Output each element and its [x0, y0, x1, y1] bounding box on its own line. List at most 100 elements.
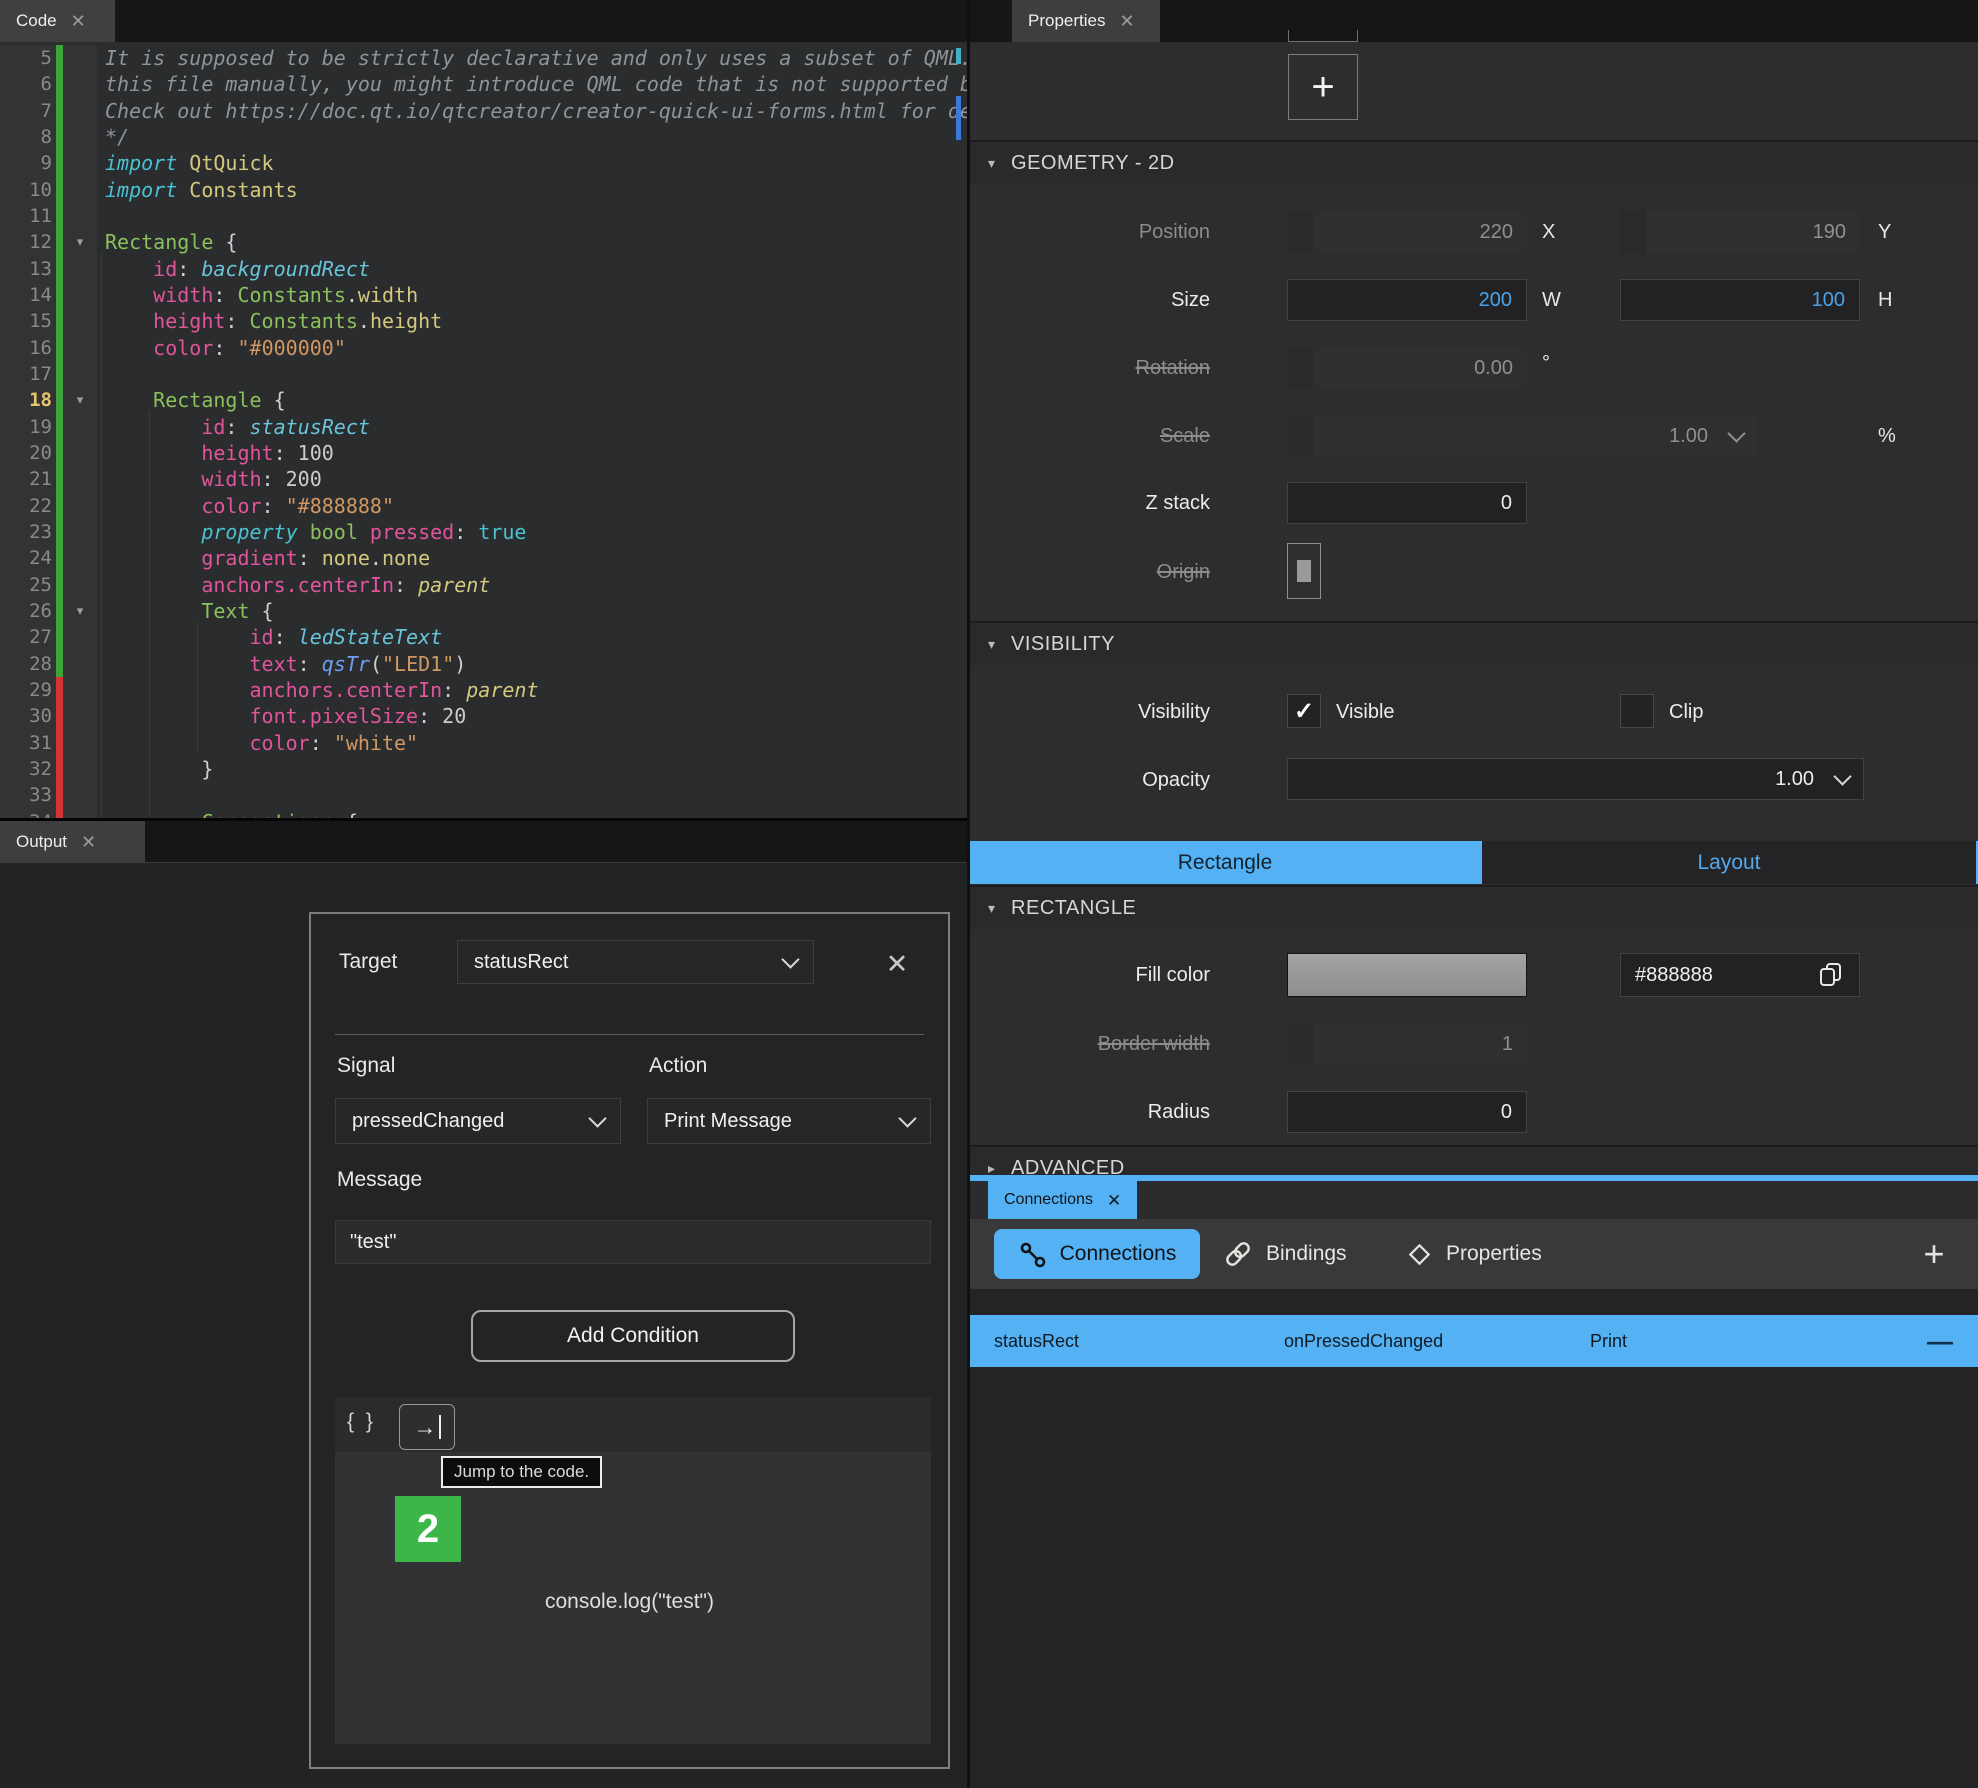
position-y-input[interactable]: 190	[1620, 211, 1860, 253]
position-x-input[interactable]: 220	[1287, 211, 1527, 253]
chevron-down-icon	[1833, 767, 1851, 785]
visible-checkbox[interactable]: ✓	[1287, 694, 1321, 728]
code-line[interactable]: 33	[0, 782, 967, 808]
scale-input[interactable]: 1.00	[1287, 415, 1757, 457]
section-geometry[interactable]: ▾ GEOMETRY - 2D	[970, 140, 1978, 184]
jump-to-code-button[interactable]: →	[399, 1404, 455, 1450]
dialog-close-button[interactable]: ✕	[877, 944, 917, 984]
subtab-rectangle[interactable]: Rectangle	[970, 841, 1480, 884]
message-input[interactable]: "test"	[335, 1220, 931, 1264]
tab-code-label: Code	[16, 11, 57, 31]
code-line[interactable]: 14 width: Constants.width	[0, 282, 967, 308]
code-editor[interactable]: 5It is supposed to be strictly declarati…	[0, 42, 967, 818]
size-w-input[interactable]: 200	[1287, 279, 1527, 321]
code-line[interactable]: 16 color: "#000000"	[0, 335, 967, 361]
snippet-code-line[interactable]: console.log("test")	[311, 1590, 948, 1614]
bindings-mode-button[interactable]: Bindings	[1222, 1229, 1347, 1279]
code-line[interactable]: 28 text: qsTr("LED1")	[0, 651, 967, 677]
action-select[interactable]: Print Message	[647, 1098, 931, 1144]
partial-button	[1288, 30, 1358, 42]
code-line[interactable]: 7Check out https://doc.qt.io/qtcreator/c…	[0, 98, 967, 124]
fold-icon[interactable]: ▾	[63, 387, 97, 413]
fold-icon[interactable]: ▾	[63, 598, 97, 624]
code-line[interactable]: 5It is supposed to be strictly declarati…	[0, 45, 967, 71]
zstack-input[interactable]: 0	[1287, 482, 1527, 524]
line-number: 25	[0, 572, 56, 598]
code-text: Check out https://doc.qt.io/qtcreator/cr…	[97, 98, 967, 124]
code-line[interactable]: 22 color: "#888888"	[0, 493, 967, 519]
code-line[interactable]: 10import Constants	[0, 177, 967, 203]
code-text: color: "white"	[97, 730, 418, 756]
code-line[interactable]: 8*/	[0, 124, 967, 150]
change-marker	[56, 677, 63, 703]
tab-connections[interactable]: Connections ✕	[988, 1181, 1137, 1219]
section-rectangle[interactable]: ▾ RECTANGLE	[970, 885, 1978, 929]
origin-button[interactable]	[1287, 543, 1321, 599]
code-line[interactable]: 24 gradient: none.none	[0, 545, 967, 571]
properties-icon	[1404, 1239, 1434, 1269]
code-line[interactable]: 20 height: 100	[0, 440, 967, 466]
size-h-input[interactable]: 100	[1620, 279, 1860, 321]
properties-mode-label: Properties	[1446, 1242, 1542, 1266]
line-number: 20	[0, 440, 56, 466]
code-line[interactable]: 31 color: "white"	[0, 730, 967, 756]
tab-output[interactable]: Output ✕	[0, 821, 145, 863]
close-icon[interactable]: ✕	[81, 833, 96, 851]
section-visibility[interactable]: ▾ VISIBILITY	[970, 621, 1978, 665]
line-number: 18	[0, 387, 56, 413]
code-line[interactable]: 12▾Rectangle {	[0, 229, 967, 255]
fold-spacer	[63, 203, 97, 229]
code-line[interactable]: 13 id: backgroundRect	[0, 256, 967, 282]
border-width-value: 1	[1502, 1033, 1513, 1056]
line-number: 31	[0, 730, 56, 756]
braces-button[interactable]: { }	[347, 1410, 376, 1434]
change-marker	[56, 756, 63, 782]
change-marker	[56, 624, 63, 650]
properties-mode-button[interactable]: Properties	[1404, 1229, 1542, 1279]
code-line[interactable]: 34▾ Connections {	[0, 809, 967, 818]
fold-icon[interactable]: ▾	[63, 229, 97, 255]
code-line[interactable]: 21 width: 200	[0, 466, 967, 492]
code-line[interactable]: 15 height: Constants.height	[0, 308, 967, 334]
clip-checkbox[interactable]	[1620, 694, 1654, 728]
close-icon[interactable]: ✕	[1107, 1192, 1121, 1209]
radius-input[interactable]: 0	[1287, 1091, 1527, 1133]
fill-color-swatch[interactable]	[1287, 953, 1527, 997]
code-line[interactable]: 25 anchors.centerIn: parent	[0, 572, 967, 598]
code-line[interactable]: 23 property bool pressed: true	[0, 519, 967, 545]
add-connection-button[interactable]: +	[1909, 1229, 1959, 1279]
close-icon[interactable]: ✕	[71, 12, 86, 30]
connections-mode-button[interactable]: Connections	[994, 1229, 1200, 1279]
code-line[interactable]: 9import QtQuick	[0, 150, 967, 176]
fold-spacer	[63, 440, 97, 466]
opacity-input[interactable]: 1.00	[1287, 758, 1864, 800]
tab-code[interactable]: Code ✕	[0, 0, 115, 42]
code-line[interactable]: 11	[0, 203, 967, 229]
connection-row[interactable]: statusRect onPressedChanged Print —	[970, 1315, 1978, 1367]
rotation-input[interactable]: 0.00	[1287, 347, 1527, 389]
add-state-button[interactable]: +	[1288, 54, 1358, 120]
remove-connection-button[interactable]: —	[1927, 1315, 1953, 1367]
code-line[interactable]: 32 }	[0, 756, 967, 782]
code-line[interactable]: 18▾ Rectangle {	[0, 387, 967, 413]
code-line[interactable]: 19 id: statusRect	[0, 414, 967, 440]
subtab-layout[interactable]: Layout	[1482, 841, 1976, 884]
code-line[interactable]: 17	[0, 361, 967, 387]
tab-properties[interactable]: Properties ✕	[1012, 0, 1160, 42]
add-condition-button[interactable]: Add Condition	[471, 1310, 795, 1362]
fill-color-hex-input[interactable]: #888888	[1620, 953, 1860, 997]
code-line[interactable]: 29 anchors.centerIn: parent	[0, 677, 967, 703]
copy-icon[interactable]	[1817, 961, 1845, 989]
line-number: 23	[0, 519, 56, 545]
close-icon[interactable]: ✕	[1119, 12, 1134, 30]
code-line[interactable]: 6this file manually, you might introduce…	[0, 71, 967, 97]
code-line[interactable]: 30 font.pixelSize: 20	[0, 703, 967, 729]
line-number: 32	[0, 756, 56, 782]
fold-icon[interactable]: ▾	[63, 809, 97, 818]
border-width-label: Border width	[990, 1033, 1210, 1056]
target-select[interactable]: statusRect	[457, 940, 814, 984]
code-line[interactable]: 27 id: ledStateText	[0, 624, 967, 650]
code-line[interactable]: 26▾ Text {	[0, 598, 967, 624]
border-width-input[interactable]: 1	[1287, 1023, 1527, 1065]
signal-select[interactable]: pressedChanged	[335, 1098, 621, 1144]
